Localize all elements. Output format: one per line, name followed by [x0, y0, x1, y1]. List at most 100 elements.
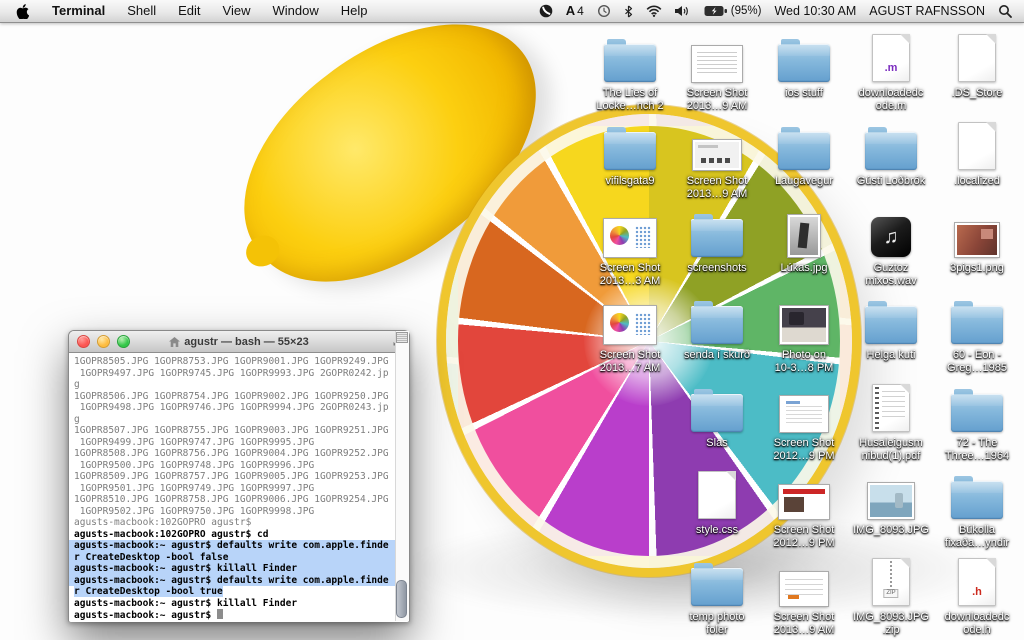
terminal-title-bar[interactable]: agustr — bash — 55×23 [69, 331, 409, 353]
selected-text: r CreateDesktop -bool true [74, 586, 223, 597]
spotlight-icon[interactable] [998, 4, 1012, 18]
icon-label: Screen Shot2013…9 AM [673, 87, 761, 113]
icon-label: Husaleigusmnibud(1).pdf [847, 437, 935, 463]
desktop-icon-screen-shot-2013-9-am[interactable]: Screen Shot2013…9 AM [760, 554, 848, 637]
folder-icon [778, 44, 830, 82]
zoom-button[interactable] [117, 335, 130, 348]
desktop-icon-helga-kuti[interactable]: Helga kuti [847, 292, 935, 362]
time-machine-icon[interactable] [597, 4, 611, 18]
icon-label: The Lies ofLocke…nch 2 [586, 87, 674, 113]
folder-icon [778, 132, 830, 170]
desktop-icon-downloadedc-ode-m[interactable]: .mdownloadedcode.m [847, 30, 935, 113]
close-button[interactable] [77, 335, 90, 348]
desktop-icon-husaleigusm-nibud-1-pdf[interactable]: Husaleigusmnibud(1).pdf [847, 380, 935, 463]
menu-clock[interactable]: Wed 10:30 AM [774, 4, 856, 18]
minimize-button[interactable] [97, 335, 110, 348]
desktop-icon-temp-photo-foler[interactable]: temp photofoler [673, 554, 761, 637]
terminal-line: 1GOPR8508.JPG 1GOPR8756.JPG 1GOPR9004.JP… [74, 448, 393, 460]
icon-label: Lúkas.jpg [760, 262, 848, 275]
icon-label: Gústi Loðbrók [847, 175, 935, 188]
app-badge-icon[interactable]: A 4 [566, 0, 584, 22]
menu-help[interactable]: Help [330, 0, 379, 22]
menu-edit[interactable]: Edit [167, 0, 211, 22]
terminal-window[interactable]: agustr — bash — 55×23 1GOPR8505.JPG 1GOP… [68, 330, 410, 622]
terminal-scrollbar[interactable] [395, 331, 409, 621]
desktop-icon-downloadedc-ode-h[interactable]: .h downloadedcode.h [933, 554, 1021, 637]
menu-user-name[interactable]: AGUST RAFNSSON [869, 4, 985, 18]
photo-sea-icon [868, 483, 914, 519]
apple-menu[interactable] [12, 4, 41, 19]
terminal-line: 1GOPR8510.JPG 1GOPR8758.JPG 1GOPR9006.JP… [74, 494, 393, 506]
volume-icon[interactable] [675, 5, 691, 17]
desktop-icon-screen-shot-2013-9-am[interactable]: Screen Shot2013…9 AM [673, 30, 761, 113]
terminal-line: agusts-macbook:~ agustr$ [74, 609, 393, 622]
desktop-icon-ios-stuff[interactable]: ios stuff [760, 30, 848, 100]
desktop-icon-screen-shot-2013-9-am[interactable]: Screen Shot2013…9 AM [673, 118, 761, 201]
menu-bar: TerminalShellEditViewWindowHelp A 4 (95%… [0, 0, 1024, 23]
icon-label: Photo on10-3…8 PM [760, 349, 848, 375]
shot-color-icon [604, 306, 656, 344]
terminal-line: 1GOPR8509.JPG 1GOPR8757.JPG 1GOPR9005.JP… [74, 471, 393, 483]
desktop-icon-senda-skur[interactable]: senda í skurð [673, 292, 761, 362]
terminal-line: agusts-macbook:~ agustr$ defaults write … [69, 540, 409, 552]
desktop-icon-screen-shot-2012-9-pm[interactable]: Screen Shot2012…9 PM [760, 467, 848, 550]
menu-shell[interactable]: Shell [116, 0, 167, 22]
menu-terminal[interactable]: Terminal [41, 0, 116, 22]
document-icon [958, 34, 996, 82]
shot-doc-icon [780, 396, 828, 432]
desktop-icon-style-css[interactable]: style.css [673, 467, 761, 537]
icon-label: downloadedcode.h [933, 611, 1021, 637]
icon-label: Screen Shot2012…9 PM [760, 437, 848, 463]
desktop-icon-g-sti-lo-br-k[interactable]: Gústi Loðbrók [847, 118, 935, 188]
desktop-icon-the-lies-of-locke-nch-2[interactable]: The Lies ofLocke…nch 2 [586, 30, 674, 113]
desktop-icon-guztoz-mixos-wav[interactable]: ♫Guztozmixos.wav [847, 205, 935, 288]
desktop-icon-laugavegur[interactable]: Laugavegur [760, 118, 848, 188]
window-title-text: agustr — bash — 55×23 [184, 336, 308, 348]
desktop-icon-img-8093-jpg-zip[interactable]: ZIPIMG_8093.JPG.zip [847, 554, 935, 637]
terminal-line: agusts-macbook:~ agustr$ killall Finder [74, 598, 393, 610]
desktop-icon-72-the-three-1964[interactable]: 72 - TheThree…1964 [933, 380, 1021, 463]
desktop-icon-l-kas-jpg[interactable]: Lúkas.jpg [760, 205, 848, 275]
desktop-icon-screen-shot-2013-3-am[interactable]: Screen Shot2013…3 AM [586, 205, 674, 288]
terminal-line: 1GOPR9499.JPG 1GOPR9747.JPG 1GOPR9995.JP… [74, 437, 393, 449]
icon-label: .DS_Store [933, 87, 1021, 100]
terminal-line: g [74, 379, 393, 391]
desktop-icon-photo-on-10-3-8-pm[interactable]: Photo on10-3…8 PM [760, 292, 848, 375]
desktop-icon-3pigs1-png[interactable]: 3pigs1.png [933, 205, 1021, 275]
document-icon: .h [958, 558, 996, 606]
skype-menu-icon[interactable] [539, 4, 553, 18]
desktop-icon-b-kolla-fixa-a-yndir[interactable]: Búkollafixaða…yndir [933, 467, 1021, 550]
menu-window[interactable]: Window [262, 0, 330, 22]
battery-icon[interactable]: (95%) [704, 0, 762, 22]
document-icon: .m [872, 34, 910, 82]
desktop-icon-ds-store[interactable]: .DS_Store [933, 30, 1021, 100]
split-pane-button[interactable] [396, 332, 408, 343]
desktop-icon-localized[interactable]: .localized [933, 118, 1021, 188]
terminal-line: g [74, 414, 393, 426]
icon-label: IMG_8093.JPG.zip [847, 611, 935, 637]
window-controls [69, 335, 130, 348]
desktop-icon-slas[interactable]: Slas [673, 380, 761, 450]
desktop-icon-screen-shot-2013-7-am[interactable]: Screen Shot2013…7 AM [586, 292, 674, 375]
menu-bar-status: A 4 (95%) Wed 10:30 AM AGUST RAFNSSON [539, 0, 1024, 22]
icon-label: vifilsgata9 [586, 175, 674, 188]
folder-icon [604, 132, 656, 170]
desktop-icon-img-8093-jpg[interactable]: IMG_8093.JPG [847, 467, 935, 537]
terminal-cursor [217, 609, 223, 619]
wifi-icon[interactable] [646, 5, 662, 17]
menu-view[interactable]: View [212, 0, 262, 22]
scrollbar-thumb[interactable] [396, 580, 407, 618]
icon-label: Laugavegur [760, 175, 848, 188]
icon-label: senda í skurð [673, 349, 761, 362]
desktop-icon-vifilsgata9[interactable]: vifilsgata9 [586, 118, 674, 188]
shot-dialog-icon [693, 140, 741, 170]
menu-items: TerminalShellEditViewWindowHelp [41, 0, 379, 22]
terminal-line: agusts-macbook:102GOPRO agustr$ cd [74, 529, 393, 541]
desktop-icon-60-eon-greg-1985[interactable]: 60 - Eon -Greg…1985 [933, 292, 1021, 375]
battery-percent: (95%) [731, 0, 762, 22]
desktop-icon-screenshots[interactable]: screenshots [673, 205, 761, 275]
folder-icon [951, 306, 1003, 344]
terminal-body[interactable]: 1GOPR8505.JPG 1GOPR8753.JPG 1GOPR9001.JP… [69, 353, 409, 622]
bluetooth-icon[interactable] [624, 5, 633, 18]
desktop-icon-screen-shot-2012-9-pm[interactable]: Screen Shot2012…9 PM [760, 380, 848, 463]
